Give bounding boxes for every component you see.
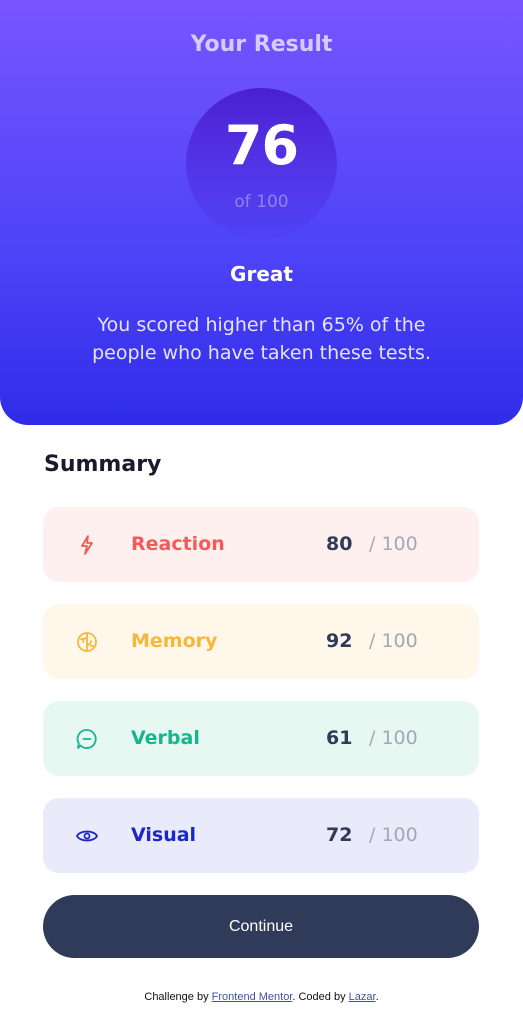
rating-label: Great [230, 262, 293, 286]
attribution-prefix: Challenge by [144, 991, 212, 1003]
summary-item-score: 80 [326, 533, 353, 555]
result-title: Your Result [190, 32, 333, 57]
summary-item-label: Reaction [131, 533, 225, 555]
summary-item-max: / 100 [369, 727, 418, 749]
continue-button[interactable]: Continue [43, 895, 479, 958]
result-description: You scored higher than 65% of the people… [92, 314, 431, 364]
attribution-middle: . Coded by [292, 991, 349, 1003]
score-value: 76 [224, 114, 299, 177]
summary-item-label: Visual [131, 824, 197, 846]
summary-item-max: / 100 [369, 630, 418, 652]
summary-item-visual: Visual 72 / 100 [43, 798, 479, 873]
brain-icon [75, 630, 99, 654]
lightning-icon [75, 533, 99, 557]
attribution: Challenge by Frontend Mentor. Coded by L… [0, 991, 523, 1003]
score-circle: 76 of 100 [186, 88, 337, 239]
summary-item-verbal: Verbal 61 / 100 [43, 701, 479, 776]
frontend-mentor-link[interactable]: Frontend Mentor [212, 991, 293, 1003]
summary-item-label: Memory [131, 630, 218, 652]
summary-item-score: 61 [326, 727, 353, 749]
summary-item-max: / 100 [369, 824, 418, 846]
summary-item-score: 72 [326, 824, 353, 846]
summary-item-score: 92 [326, 630, 353, 652]
summary-item-reaction: Reaction 80 / 100 [43, 507, 479, 582]
author-link[interactable]: Lazar [349, 991, 376, 1003]
result-panel: Your Result 76 of 100 Great You scored h… [0, 0, 523, 425]
summary-item-memory: Memory 92 / 100 [43, 604, 479, 679]
summary-title: Summary [44, 452, 162, 477]
attribution-suffix: . [375, 991, 379, 1003]
chat-bubble-icon [75, 727, 99, 751]
summary-item-max: / 100 [369, 533, 418, 555]
score-max: of 100 [234, 192, 289, 212]
summary-item-label: Verbal [131, 727, 200, 749]
eye-icon [75, 824, 99, 848]
